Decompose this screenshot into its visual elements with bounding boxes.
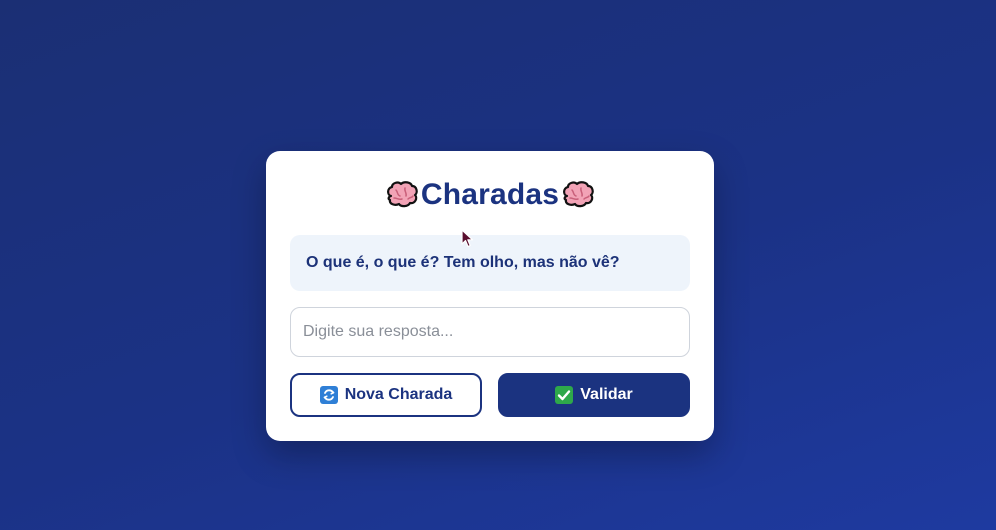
title-row: Charadas [266, 175, 714, 215]
new-riddle-button[interactable]: Nova Charada [290, 373, 482, 417]
brain-icon [385, 180, 419, 210]
riddle-card: Charadas O que é, o que é? Tem olho, mas… [266, 151, 714, 441]
validate-label: Validar [580, 386, 633, 403]
mouse-cursor-icon [461, 229, 474, 248]
refresh-icon [319, 386, 338, 404]
riddle-question: O que é, o que é? Tem olho, mas não vê? [306, 254, 620, 271]
validate-button[interactable]: Validar [498, 373, 690, 417]
riddle-question-box: O que é, o que é? Tem olho, mas não vê? [290, 235, 690, 291]
page-title: Charadas [420, 178, 560, 211]
brain-icon [561, 180, 595, 210]
new-riddle-label: Nova Charada [344, 386, 453, 403]
answer-input[interactable] [290, 307, 690, 357]
check-icon [555, 386, 574, 404]
